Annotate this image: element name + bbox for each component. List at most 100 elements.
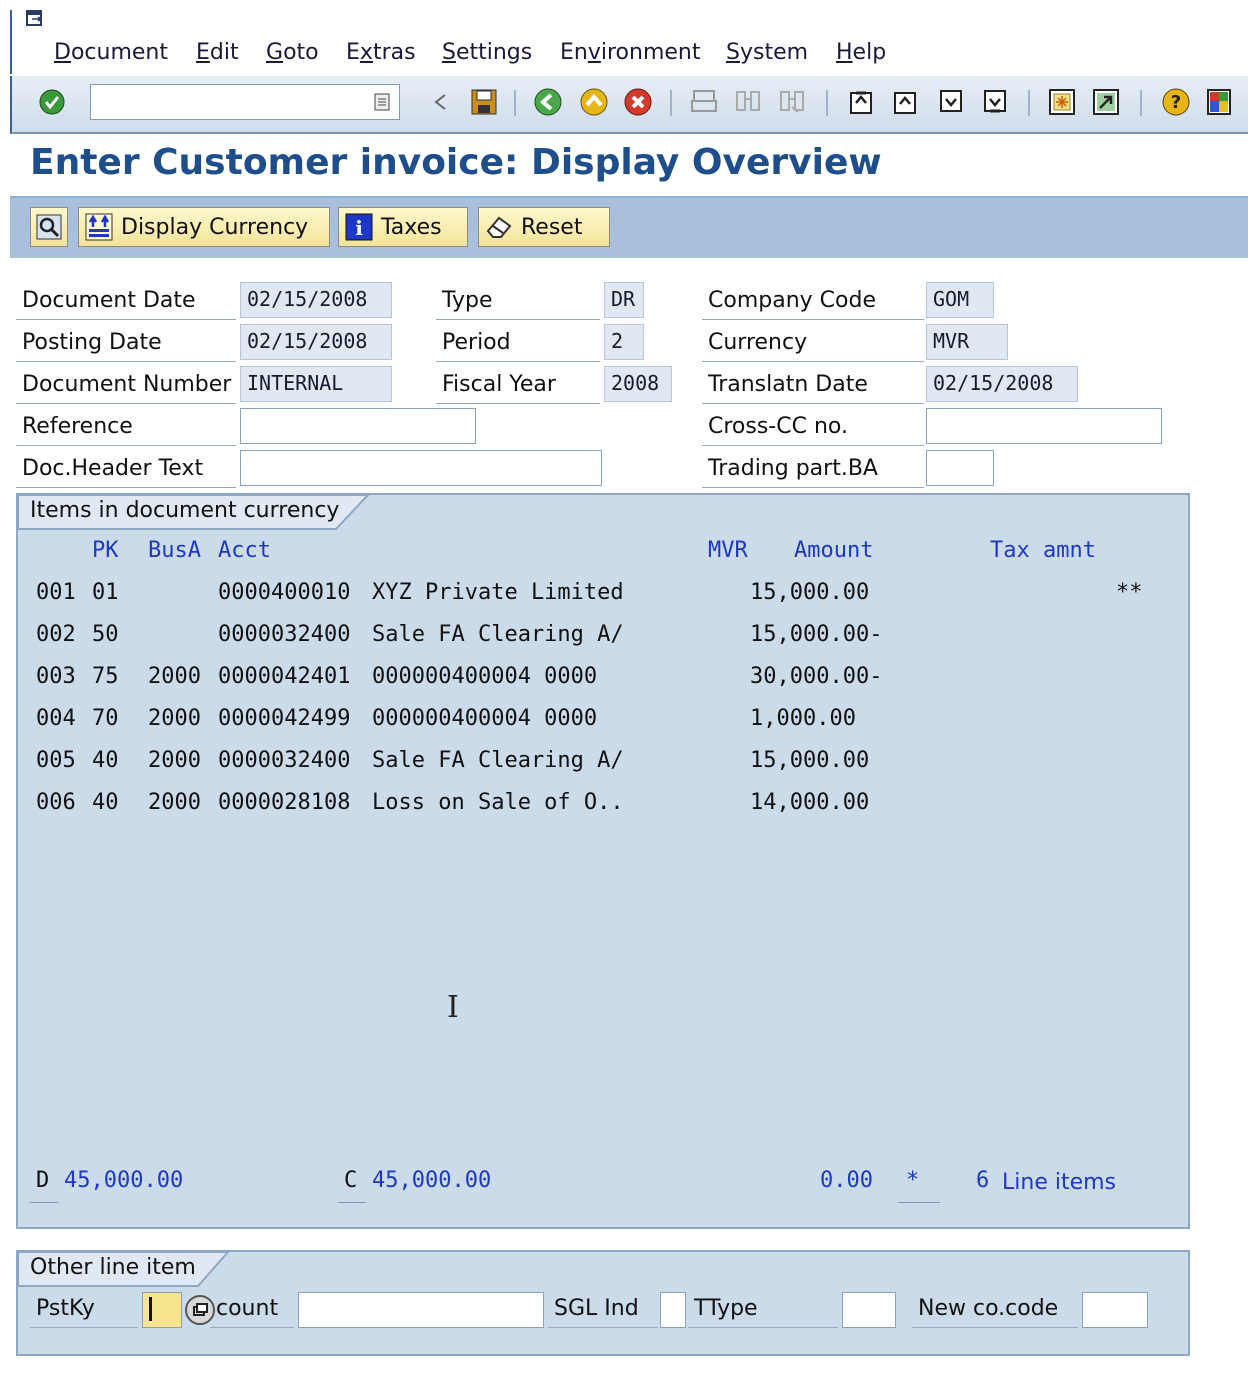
line-item-text: 000000400004 0000 <box>372 706 598 731</box>
period-field[interactable]: 2 <box>604 324 644 360</box>
line-item-no[interactable]: 002 <box>36 622 76 647</box>
pstky-field[interactable] <box>142 1292 182 1328</box>
ttype-label: TType <box>688 1292 838 1328</box>
line-item-tax: ** <box>1116 580 1143 605</box>
command-field[interactable] <box>90 84 400 120</box>
taxes-label: Taxes <box>381 214 442 240</box>
line-item-pk: 40 <box>92 790 119 815</box>
command-dropdown-icon[interactable] <box>366 86 398 118</box>
line-item-no[interactable]: 003 <box>36 664 76 689</box>
line-item-no[interactable]: 004 <box>36 706 76 731</box>
column-header-pk: PK <box>92 538 119 563</box>
reset-label: Reset <box>521 214 583 240</box>
balance-total: 0.00 <box>820 1168 873 1193</box>
line-item-pk: 75 <box>92 664 119 689</box>
choose-detail-button[interactable] <box>30 207 68 247</box>
previous-page-icon[interactable] <box>890 86 922 118</box>
back-arrow-small-icon[interactable] <box>424 86 456 118</box>
document-date-field[interactable]: 02/15/2008 <box>240 282 392 318</box>
account-label: count <box>210 1292 294 1328</box>
sgl-ind-field[interactable] <box>660 1292 686 1328</box>
display-currency-button[interactable]: Display Currency <box>78 207 330 247</box>
menu-extras[interactable]: Extras <box>346 40 416 65</box>
document-number-field[interactable]: INTERNAL <box>240 366 392 402</box>
line-item-amount: 14,000.00 <box>750 790 870 815</box>
line-item-acct: 0000032400 <box>218 748 351 773</box>
line-item-pk: 40 <box>92 748 119 773</box>
toolbar-separator <box>826 90 828 116</box>
other-line-item-title: Other line item <box>30 1255 196 1280</box>
next-page-icon[interactable] <box>936 86 968 118</box>
menu-help[interactable]: Help <box>836 40 886 65</box>
find-icon[interactable] <box>732 86 764 118</box>
cross-cc-field[interactable] <box>926 408 1162 444</box>
line-item-no[interactable]: 005 <box>36 748 76 773</box>
document-number-label: Document Number <box>16 368 236 404</box>
menu-settings[interactable]: Settings <box>442 40 532 65</box>
cancel-icon[interactable] <box>622 86 654 118</box>
line-item-acct: 0000042401 <box>218 664 351 689</box>
find-next-icon[interactable] <box>776 86 808 118</box>
ttype-field[interactable] <box>842 1292 896 1328</box>
fiscal-year-field[interactable]: 2008 <box>604 366 672 402</box>
print-icon[interactable] <box>688 86 720 118</box>
svg-text:i: i <box>355 216 363 240</box>
debit-underline <box>30 1202 58 1203</box>
menu-environment[interactable]: Environment <box>560 40 701 65</box>
line-item-no[interactable]: 001 <box>36 580 76 605</box>
system-menu-icon[interactable] <box>26 10 44 28</box>
company-code-field[interactable]: GOM <box>926 282 994 318</box>
shortcut-icon[interactable] <box>1090 86 1122 118</box>
menu-goto[interactable]: Goto <box>266 40 319 65</box>
line-item-busa: 2000 <box>148 790 201 815</box>
trading-part-field[interactable] <box>926 450 994 486</box>
toolbar-separator <box>1028 90 1030 116</box>
line-item-count: 6 <box>976 1168 990 1193</box>
column-header-tax: Tax amnt <box>990 538 1096 563</box>
new-co-code-field[interactable] <box>1082 1292 1148 1328</box>
back-icon[interactable] <box>532 86 564 118</box>
page-title: Enter Customer invoice: Display Overview <box>30 142 882 183</box>
type-field[interactable]: DR <box>604 282 644 318</box>
enter-check-icon[interactable] <box>36 86 68 118</box>
marker-underline <box>898 1202 940 1203</box>
line-item-text: XYZ Private Limited <box>372 580 624 605</box>
debit-total: 45,000.00 <box>64 1168 184 1193</box>
posting-date-field[interactable]: 02/15/2008 <box>240 324 392 360</box>
company-code-label: Company Code <box>702 284 924 320</box>
balance-marker: * <box>906 1168 920 1193</box>
line-item-no[interactable]: 006 <box>36 790 76 815</box>
save-icon[interactable] <box>468 86 500 118</box>
create-session-icon[interactable] <box>1046 86 1078 118</box>
menu-edit[interactable]: Edit <box>196 40 239 65</box>
last-page-icon[interactable] <box>980 86 1012 118</box>
credit-total: 45,000.00 <box>372 1168 492 1193</box>
currency-field[interactable]: MVR <box>926 324 1008 360</box>
reference-label: Reference <box>16 410 236 446</box>
fiscal-year-label: Fiscal Year <box>436 368 600 404</box>
account-field[interactable] <box>298 1292 544 1328</box>
mouse-cursor-ibeam: I <box>447 990 459 1025</box>
credit-underline <box>338 1202 366 1203</box>
info-icon: i <box>345 213 373 241</box>
reset-button[interactable]: Reset <box>478 207 610 247</box>
taxes-button[interactable]: i Taxes <box>338 207 468 247</box>
doc-header-text-label: Doc.Header Text <box>16 452 236 488</box>
first-page-icon[interactable] <box>846 86 878 118</box>
display-currency-label: Display Currency <box>121 214 309 240</box>
menu-system[interactable]: System <box>726 40 808 65</box>
exit-icon[interactable] <box>578 86 610 118</box>
reference-field[interactable] <box>240 408 476 444</box>
debit-label: D <box>36 1168 50 1193</box>
toolbar-separator <box>514 90 516 116</box>
help-icon[interactable]: ? <box>1160 86 1192 118</box>
translation-date-field[interactable]: 02/15/2008 <box>926 366 1078 402</box>
doc-header-text-field[interactable] <box>240 450 602 486</box>
line-item-text: Sale FA Clearing A/ <box>372 622 624 647</box>
pstky-label: PstKy <box>30 1292 138 1328</box>
line-item-busa: 2000 <box>148 748 201 773</box>
credit-label: C <box>344 1168 358 1193</box>
menu-document[interactable]: Document <box>54 40 168 65</box>
column-header-amount: Amount <box>794 538 874 563</box>
customize-layout-icon[interactable] <box>1204 86 1236 118</box>
